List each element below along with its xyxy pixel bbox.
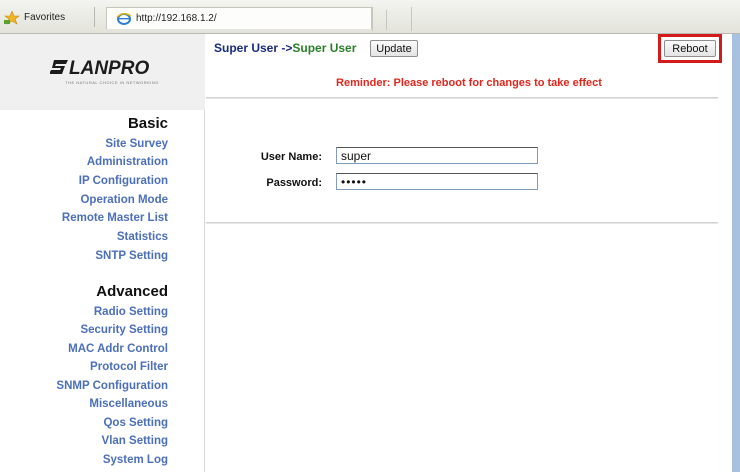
nav-administration[interactable]: Administration bbox=[87, 156, 168, 168]
nav-security-setting[interactable]: Security Setting bbox=[80, 324, 168, 336]
reboot-button[interactable]: Reboot bbox=[664, 40, 716, 57]
username-input[interactable] bbox=[336, 147, 538, 164]
toolbar-separator bbox=[94, 7, 95, 27]
nav-site-survey[interactable]: Site Survey bbox=[105, 138, 168, 150]
breadcrumb-current: Super User bbox=[292, 41, 357, 55]
web-page: LANPRO THE NATURAL CHOICE IN NETWORKING … bbox=[0, 34, 732, 472]
nav-miscellaneous[interactable]: Miscellaneous bbox=[89, 398, 168, 410]
nav-mac-addr-control[interactable]: MAC Addr Control bbox=[68, 343, 168, 355]
nav-operation-mode[interactable]: Operation Mode bbox=[80, 194, 168, 206]
screenshot-frame: Favorites http://192.168.1.2/ LANPRO THE… bbox=[0, 0, 740, 472]
nav-protocol-filter[interactable]: Protocol Filter bbox=[90, 361, 168, 373]
breadcrumb: Super User ->Super User bbox=[214, 41, 356, 55]
logo-text: LANPRO bbox=[69, 58, 149, 79]
left-navigation: LANPRO THE NATURAL CHOICE IN NETWORKING … bbox=[0, 34, 205, 472]
favorites-label[interactable]: Favorites bbox=[24, 12, 65, 23]
favorites-star-icon[interactable] bbox=[4, 11, 20, 25]
username-label: User Name: bbox=[260, 151, 322, 163]
nav-qos-setting[interactable]: Qos Setting bbox=[103, 417, 168, 429]
divider-bottom bbox=[206, 222, 718, 224]
nav-radio-setting[interactable]: Radio Setting bbox=[94, 306, 168, 318]
basic-heading: Basic bbox=[127, 115, 168, 132]
nav-vlan-setting[interactable]: Vlan Setting bbox=[102, 435, 168, 447]
main-content: Super User ->Super User Update Reboot Re… bbox=[206, 34, 732, 472]
nav-snmp-configuration[interactable]: SNMP Configuration bbox=[56, 380, 168, 392]
toolbar-grip-line bbox=[386, 10, 387, 30]
nav-system-log[interactable]: System Log bbox=[103, 454, 168, 466]
tab-url-text[interactable]: http://192.168.1.2/ bbox=[136, 13, 217, 24]
advanced-heading: Advanced bbox=[96, 283, 168, 300]
toolbar-grip bbox=[372, 7, 412, 31]
logo-tagline: THE NATURAL CHOICE IN NETWORKING bbox=[65, 80, 159, 85]
nav-sntp-setting[interactable]: SNTP Setting bbox=[95, 250, 168, 262]
nav-remote-master-list[interactable]: Remote Master List bbox=[62, 212, 168, 224]
password-label: Password: bbox=[266, 177, 322, 189]
right-frame-edge bbox=[732, 34, 740, 472]
favorites-bar: Favorites http://192.168.1.2/ bbox=[0, 0, 740, 34]
reboot-reminder: Reminder: Please reboot for changes to t… bbox=[336, 77, 602, 89]
nav-ip-configuration[interactable]: IP Configuration bbox=[79, 175, 168, 187]
breadcrumb-prefix: Super User -> bbox=[214, 41, 293, 55]
nav-statistics[interactable]: Statistics bbox=[117, 231, 168, 243]
update-button[interactable]: Update bbox=[370, 40, 418, 57]
password-input[interactable]: ••••• bbox=[336, 173, 538, 190]
divider-top bbox=[206, 97, 718, 99]
ie-page-icon bbox=[116, 13, 132, 25]
lanpro-logo: LANPRO bbox=[50, 58, 149, 79]
